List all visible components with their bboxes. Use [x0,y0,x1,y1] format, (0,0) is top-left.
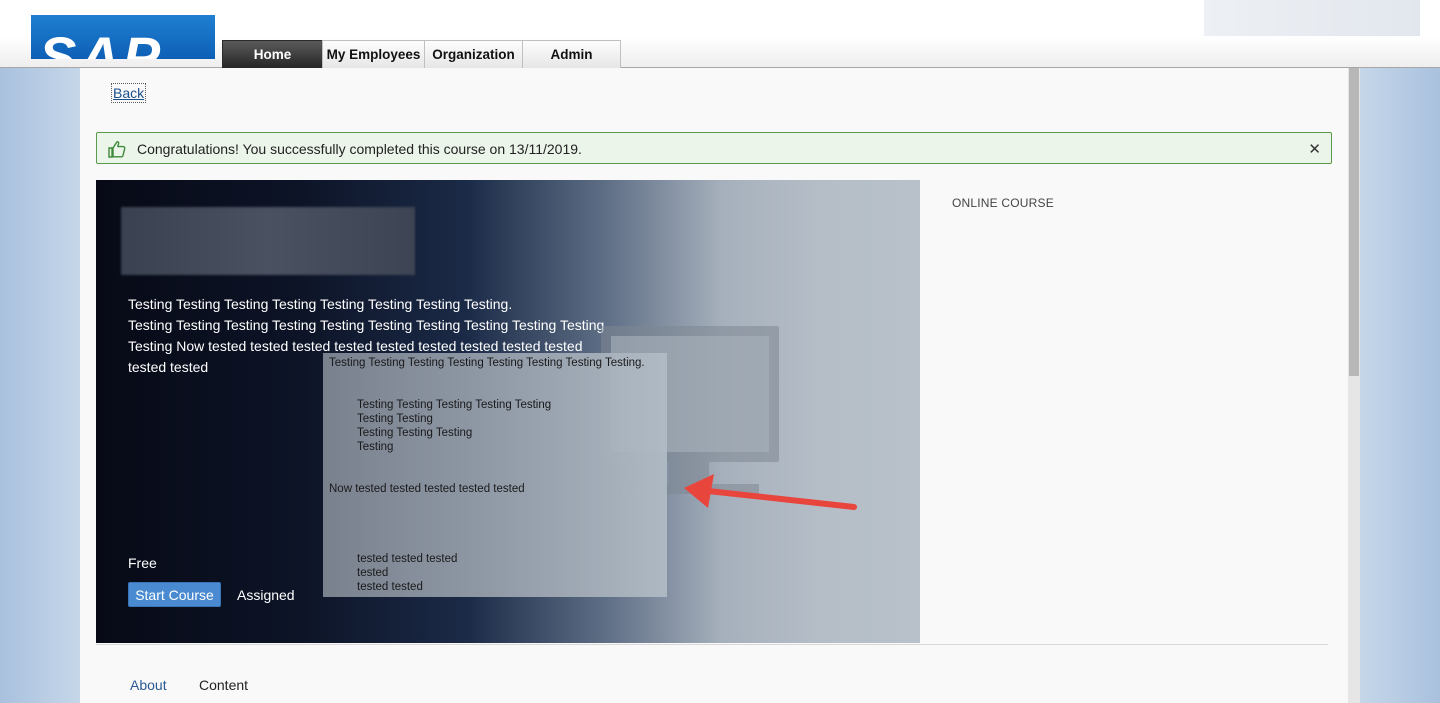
price-label: Free [128,555,157,571]
course-type-label: ONLINE COURSE [952,196,1054,210]
tooltip-list-item: tested tested [357,581,423,593]
tooltip-text: Now tested tested tested tested tested [329,483,525,495]
nav-tab-admin[interactable]: Admin [522,40,621,68]
user-area-redacted[interactable] [1204,0,1420,36]
tooltip-list-item: Testing Testing Testing Testing Testing [357,399,552,411]
tooltip-list-item: Testing Testing [357,413,433,425]
start-course-button[interactable]: Start Course [128,582,221,607]
success-message-bar: Congratulations! You successfully comple… [96,132,1332,164]
annotation-arrow-icon [684,474,857,510]
tooltip-list-item: tested [357,567,389,579]
assignment-status: Assigned [237,587,295,603]
section-divider [96,644,1328,645]
tab-content[interactable]: Content [199,677,248,693]
logo-text: SAP [39,25,164,60]
description-line: Testing Testing Testing Testing Testing … [128,317,605,333]
tooltip-list-item: Testing [357,441,394,453]
course-title-redacted [121,207,415,275]
success-message-text: Congratulations! You successfully comple… [137,141,582,157]
tooltip-list-item: Testing Testing Testing [357,427,473,439]
close-icon[interactable]: ✕ [1308,140,1321,158]
tooltip-list: Testing Testing Testing Testing Testing … [357,398,551,454]
nav-tab-organization[interactable]: Organization [424,40,523,68]
tooltip-text: Testing Testing Testing Testing Testing … [329,357,645,369]
sap-logo[interactable]: SAP [31,15,215,59]
tab-about[interactable]: About [130,677,167,693]
description-line: Testing Testing Testing Testing Testing … [128,296,513,312]
tooltip-list: tested tested tested tested tested teste… [357,552,457,594]
description-tooltip: Testing Testing Testing Testing Testing … [323,353,667,597]
thumbs-up-icon [108,141,126,158]
nav-tab-my-employees[interactable]: My Employees [322,40,425,68]
back-link[interactable]: Back [110,83,147,103]
top-header: SAP Home My Employees Organization Admin [0,0,1440,68]
tooltip-list-item: tested tested tested [357,553,458,565]
main-nav: Home My Employees Organization Admin [222,40,621,68]
scrollbar-thumb[interactable] [1349,68,1359,376]
nav-tab-home[interactable]: Home [222,40,323,68]
